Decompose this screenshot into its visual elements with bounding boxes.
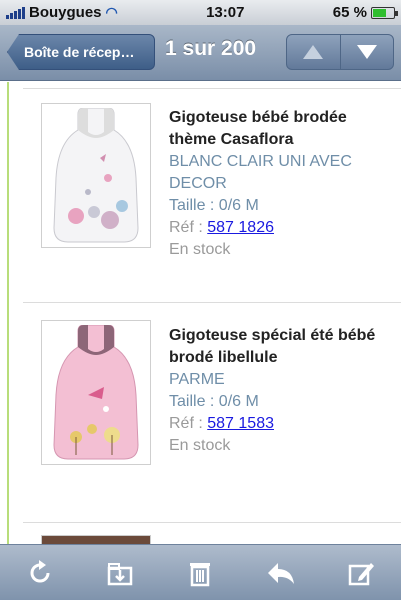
sleeping-bag-image (53, 107, 139, 242)
battery-level (373, 8, 386, 17)
trash-icon (190, 562, 211, 586)
email-body[interactable]: Gigoteuse bébé brodée thème Casaflora BL… (0, 82, 401, 544)
navigation-bar: Boîte de récep… 1 sur 200 (0, 25, 401, 81)
delete-button[interactable] (178, 551, 222, 595)
refresh-icon (30, 559, 50, 582)
compose-icon (348, 562, 374, 585)
product-title[interactable]: Gigoteuse bébé brodée (169, 107, 401, 129)
product-item: Gigoteuse spécial été bébé brodé libellu… (23, 302, 401, 522)
signal-icon (6, 6, 25, 19)
move-to-folder-button[interactable] (98, 551, 142, 595)
move-to-folder-icon (108, 562, 133, 585)
stock-status: En stock (169, 241, 231, 258)
sleeping-bag-image (53, 324, 139, 459)
product-info: Gigoteuse spécial été bébé brodé libellu… (169, 325, 401, 457)
bottom-toolbar (0, 544, 401, 600)
product-title[interactable]: Gigoteuse spécial été bébé (169, 325, 401, 347)
battery-percent: 65 % (332, 4, 367, 21)
triangle-up-icon (303, 45, 324, 59)
compose-button[interactable] (339, 551, 383, 595)
refresh-button[interactable] (18, 551, 62, 595)
previous-message-button[interactable] (287, 35, 341, 69)
product-title-line2[interactable]: thème Casaflora (169, 129, 401, 151)
clock: 13:07 (206, 4, 245, 21)
triangle-down-icon (356, 45, 377, 59)
product-size: Taille : 0/6 M (169, 197, 259, 214)
product-image[interactable] (41, 535, 151, 544)
carrier-name: Bouygues (29, 4, 102, 21)
ref-link[interactable]: 587 1826 (207, 219, 274, 236)
back-button-label: Boîte de récep… (24, 44, 135, 60)
battery-icon (371, 6, 398, 19)
message-navigation-control (286, 34, 394, 70)
status-right: 65 % (332, 4, 398, 21)
stock-status: En stock (169, 437, 231, 454)
product-ref: Réf : 587 1826 (169, 217, 401, 239)
product-item: Gigoteuse bébé brodée thème Casaflora BL… (23, 88, 401, 298)
product-image[interactable] (41, 320, 151, 465)
product-image[interactable] (41, 103, 151, 248)
product-size: Taille : 0/6 M (169, 393, 259, 410)
product-color: PARME (169, 371, 225, 388)
back-to-inbox-button[interactable]: Boîte de récep… (7, 34, 155, 70)
email-border-rule (7, 82, 9, 544)
wifi-icon: ◠ (105, 4, 118, 20)
ref-label: Réf : (169, 415, 203, 432)
status-bar: Bouygues ◠ 13:07 65 % (0, 0, 401, 25)
product-title-line2[interactable]: brodé libellule (169, 347, 401, 369)
product-info: Gigoteuse bébé brodée thème Casaflora BL… (169, 107, 401, 261)
next-message-button[interactable] (341, 35, 394, 69)
reply-button[interactable] (259, 551, 303, 595)
message-counter: 1 sur 200 (165, 37, 257, 60)
product-item (23, 522, 401, 544)
product-color: BLANC CLAIR UNI AVEC (169, 153, 352, 170)
product-color-line2: DECOR (169, 175, 227, 192)
product-ref: Réf : 587 1583 (169, 413, 401, 435)
status-left: Bouygues ◠ (6, 4, 118, 21)
ref-label: Réf : (169, 219, 203, 236)
reply-icon (267, 562, 294, 584)
ref-link[interactable]: 587 1583 (207, 415, 274, 432)
